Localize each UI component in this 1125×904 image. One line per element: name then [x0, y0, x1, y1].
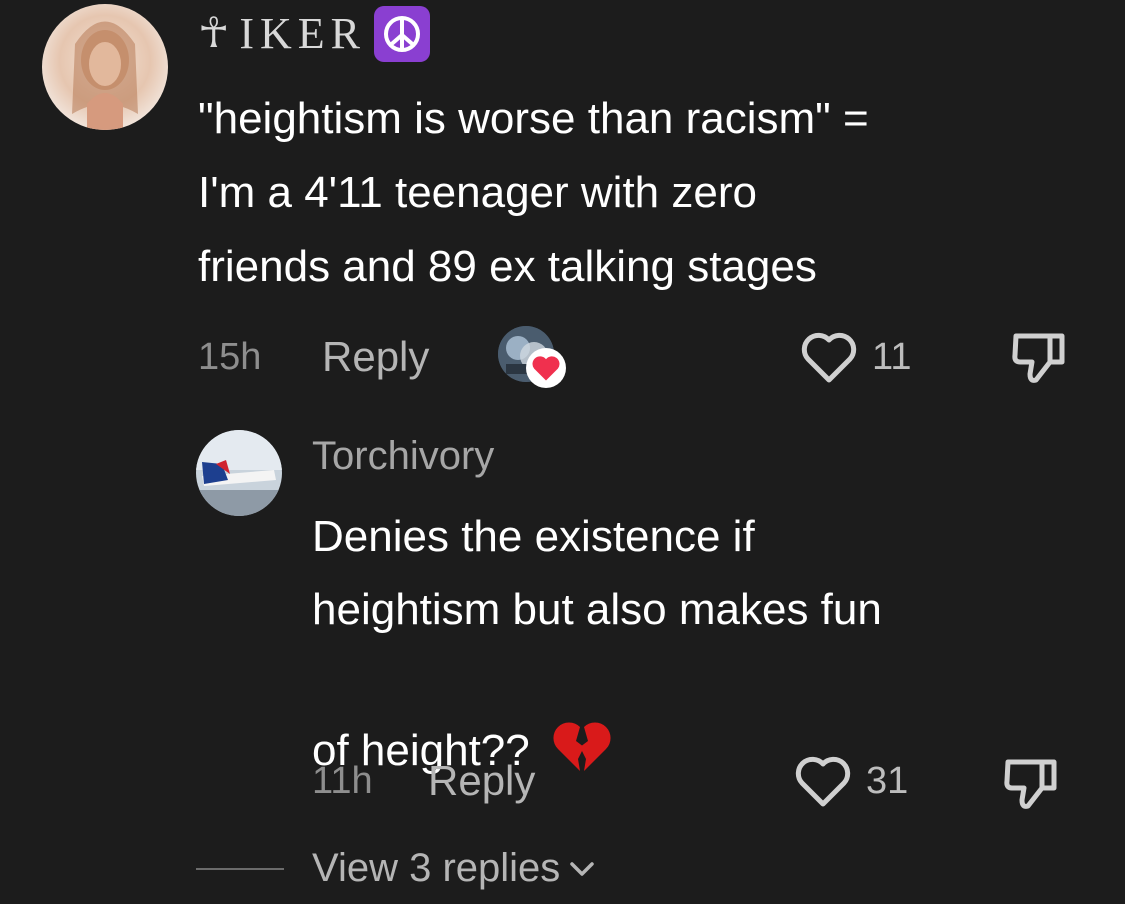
peace-symbol-icon [374, 6, 430, 62]
replier-avatar[interactable] [196, 430, 282, 516]
heart-outline-icon [801, 332, 857, 383]
broken-heart-icon [552, 646, 612, 795]
commenter-username-text: IKER [239, 9, 366, 58]
reply-like-button[interactable]: 31 [794, 754, 908, 808]
view-replies-button[interactable]: View 3 replies [312, 846, 596, 891]
comment-text: "heightism is worse than racism" = I'm a… [198, 94, 869, 291]
heart-icon [526, 348, 566, 388]
comment-like-count: 11 [872, 335, 912, 378]
comment-like-button[interactable]: 11 [800, 330, 911, 384]
reply-like-count: 31 [866, 759, 909, 802]
comment-reply-button[interactable]: Reply [322, 333, 429, 381]
comment-timestamp: 15h [198, 336, 262, 378]
ankh-icon: ☥ [198, 11, 236, 57]
creator-liked-badge [498, 326, 570, 388]
commenter-avatar[interactable] [42, 4, 168, 130]
reply-text: Denies the existence if heightism but al… [312, 500, 1092, 795]
comment-dislike-button[interactable] [1010, 328, 1070, 391]
commenter-username[interactable]: ☥ IKER [198, 6, 430, 62]
reply-dislike-button[interactable] [1002, 754, 1062, 817]
heart-outline-icon [795, 756, 851, 807]
thumbs-down-icon [1004, 759, 1057, 809]
reply-reply-button[interactable]: Reply [428, 757, 535, 805]
thumbs-down-icon [1012, 333, 1065, 383]
replies-divider [196, 868, 284, 870]
reply-timestamp: 11h [312, 760, 373, 802]
chevron-down-icon [570, 861, 595, 876]
view-replies-label: View 3 replies [312, 846, 561, 890]
replier-username[interactable]: Torchivory [312, 434, 494, 479]
